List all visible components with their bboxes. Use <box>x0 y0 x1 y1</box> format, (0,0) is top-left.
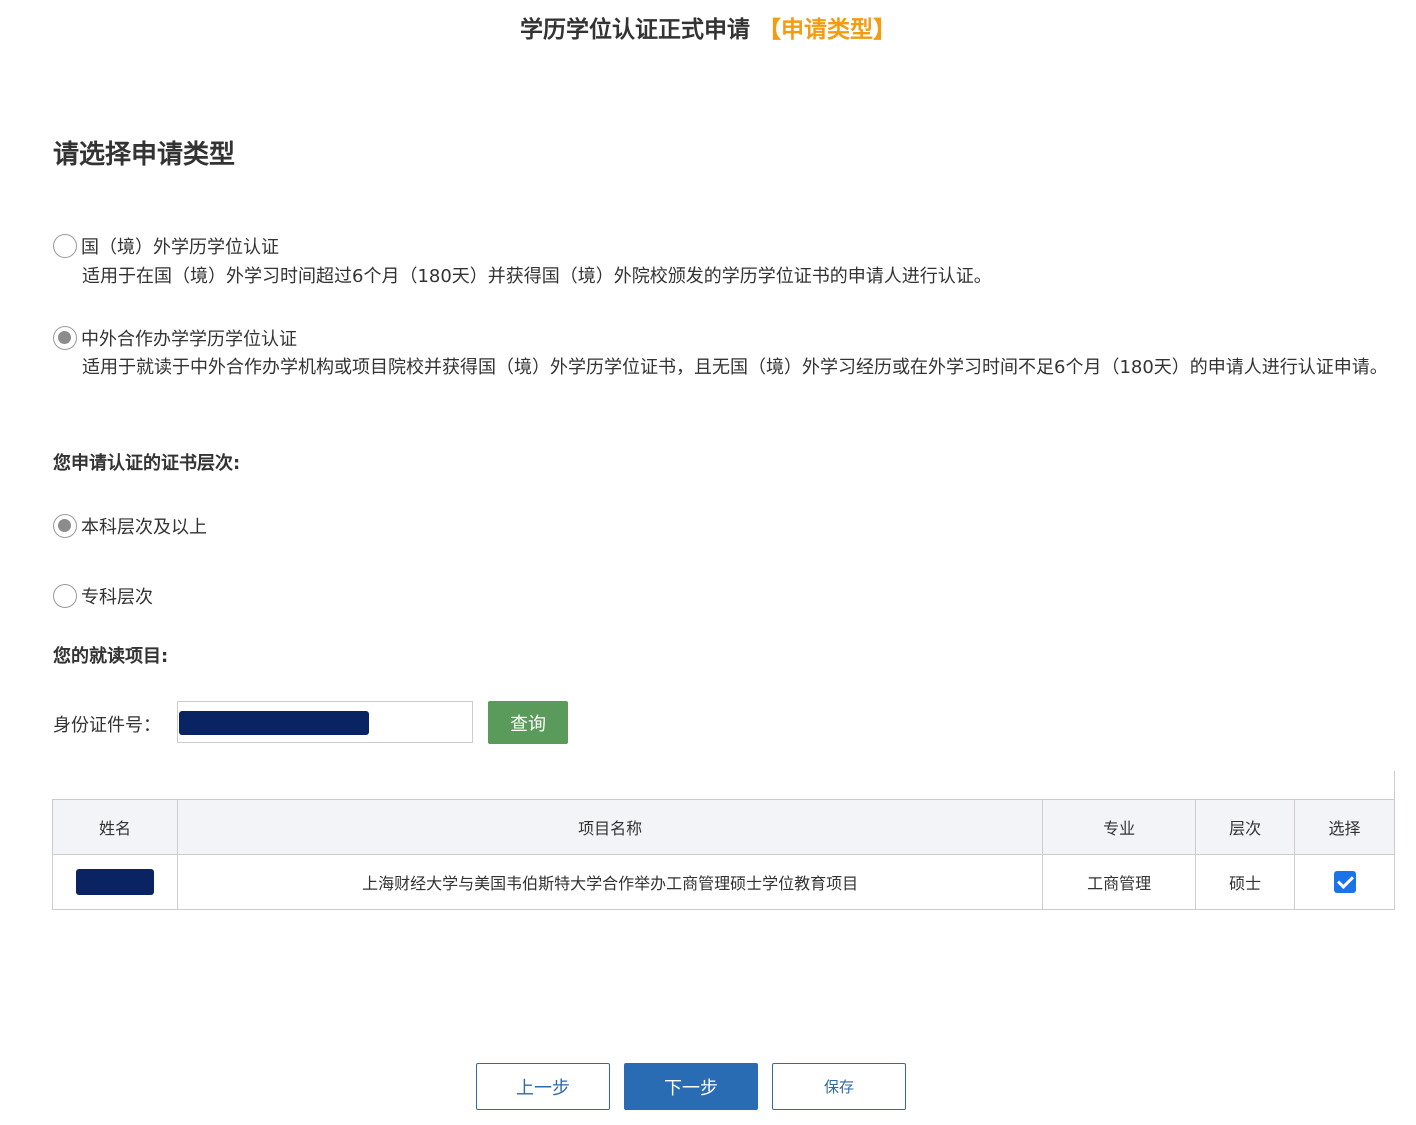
foreign-description: 适用于在国（境）外学习时间超过6个月（180天）并获得国（境）外院校颁发的学历学… <box>82 266 992 287</box>
select-checkbox[interactable] <box>1333 871 1356 893</box>
section-title: 请选择申请类型 <box>53 140 236 170</box>
radio-associate[interactable] <box>53 584 77 608</box>
header-major: 专业 <box>1042 799 1197 855</box>
radio-sino-foreign-label: 中外合作办学学历学位认证 <box>81 329 297 350</box>
cell-name <box>52 854 178 910</box>
query-button[interactable]: 查询 <box>488 701 568 744</box>
radio-foreign-degree[interactable] <box>53 234 77 258</box>
header-select: 选择 <box>1294 799 1395 855</box>
radio-associate-label: 专科层次 <box>81 587 153 608</box>
results-table: 姓名 项目名称 专业 层次 选择 上海财经大学与美国韦伯斯特大学合作举办工商管理… <box>52 799 1395 910</box>
redacted-id-block <box>179 711 369 735</box>
header-name: 姓名 <box>52 799 178 855</box>
prev-step-button[interactable]: 上一步 <box>476 1063 610 1110</box>
radio-sino-foreign-degree[interactable] <box>53 326 77 350</box>
radio-option-foreign[interactable]: 国（境）外学历学位认证 <box>53 233 279 259</box>
table-header-row: 姓名 项目名称 专业 层次 选择 <box>52 799 1395 855</box>
radio-bachelor-above[interactable] <box>53 514 77 538</box>
cell-level: 硕士 <box>1195 854 1296 910</box>
radio-option-associate[interactable]: 专科层次 <box>53 583 153 609</box>
radio-option-sino-foreign[interactable]: 中外合作办学学历学位认证 <box>53 325 297 351</box>
id-number-input[interactable] <box>177 701 473 743</box>
header-level: 层次 <box>1195 799 1296 855</box>
radio-option-bachelor[interactable]: 本科层次及以上 <box>53 513 207 539</box>
sino-foreign-description: 适用于就读于中外合作办学机构或项目院校并获得国（境）外学历学位证书，且无国（境）… <box>82 357 1388 378</box>
cell-select <box>1294 854 1395 910</box>
page-title: 学历学位认证正式申请 【申请类型】 <box>0 10 1416 44</box>
next-step-button[interactable]: 下一步 <box>624 1063 758 1110</box>
page-title-text: 学历学位认证正式申请 <box>520 17 750 43</box>
radio-bachelor-label: 本科层次及以上 <box>81 517 207 538</box>
id-number-label: 身份证件号： <box>53 715 161 736</box>
page-title-accent: 【申请类型】 <box>758 17 896 43</box>
table-edge-line <box>1394 771 1395 800</box>
header-project: 项目名称 <box>176 799 1044 855</box>
save-button[interactable]: 保存 <box>772 1063 906 1110</box>
cell-major: 工商管理 <box>1042 854 1197 910</box>
radio-foreign-label: 国（境）外学历学位认证 <box>81 237 279 258</box>
cell-project: 上海财经大学与美国韦伯斯特大学合作举办工商管理硕士学位教育项目 <box>176 854 1044 910</box>
program-label: 您的就读项目: <box>53 646 169 667</box>
table-row: 上海财经大学与美国韦伯斯特大学合作举办工商管理硕士学位教育项目 工商管理 硕士 <box>52 854 1395 910</box>
redacted-name-block <box>75 869 154 895</box>
certificate-level-label: 您申请认证的证书层次: <box>53 453 241 474</box>
